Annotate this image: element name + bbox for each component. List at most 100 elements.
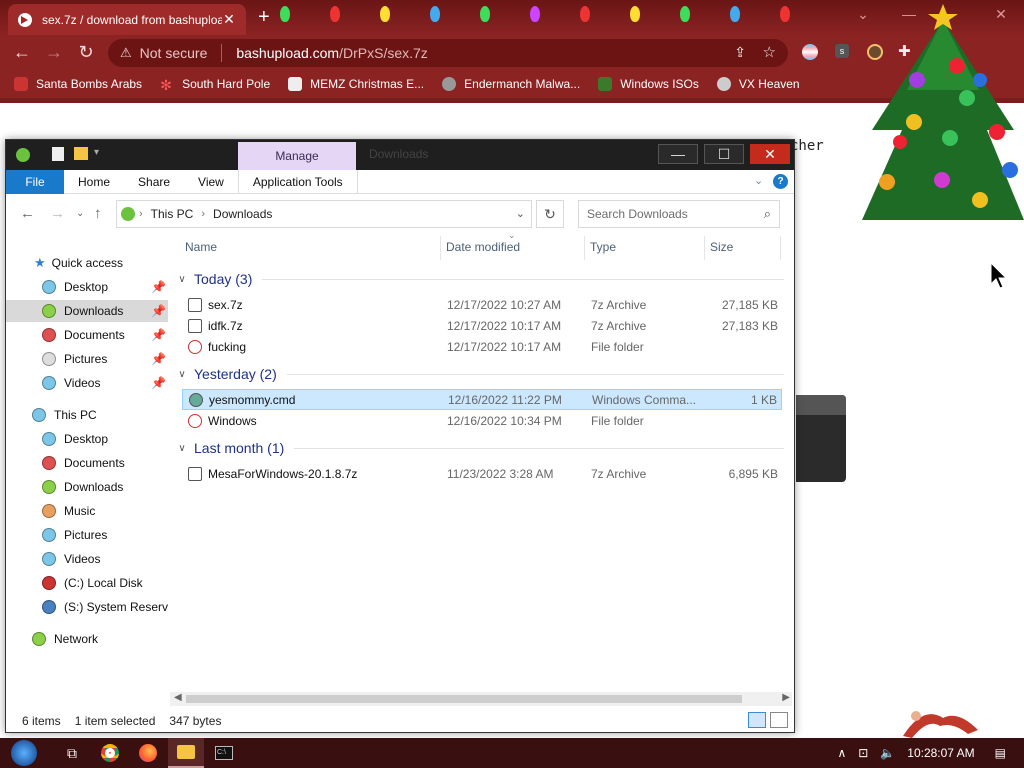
search-icon: ⌕ xyxy=(763,206,771,221)
close-tab-icon[interactable]: ✕ xyxy=(222,11,236,28)
close-button[interactable]: ✕ xyxy=(750,144,790,164)
address-dropdown-icon[interactable]: ⌄ xyxy=(516,207,525,220)
recent-locations-icon[interactable]: ⌄ xyxy=(76,208,84,219)
task-view-button[interactable]: ⧉ xyxy=(54,738,90,768)
scroll-right-icon[interactable]: ▶ xyxy=(782,692,790,703)
bookmark-memz[interactable]: MEMZ Christmas E... xyxy=(288,77,424,91)
manage-context-tab[interactable]: Manage xyxy=(238,142,356,170)
search-placeholder: Search Downloads xyxy=(587,207,688,221)
scroll-thumb[interactable] xyxy=(186,695,742,703)
maximize-button[interactable]: ☐ xyxy=(704,144,744,164)
profile-flag-icon[interactable] xyxy=(802,44,818,60)
file-row[interactable]: Windows 12/16/2022 10:34 PM File folder xyxy=(182,410,782,431)
group-last-month[interactable]: ∨ Last month (1) xyxy=(174,437,784,459)
nav-pc-videos[interactable]: Videos xyxy=(6,548,168,570)
properties-quick-icon[interactable] xyxy=(52,147,64,161)
tab-home[interactable]: Home xyxy=(64,170,124,194)
bookmark-santa-bombs[interactable]: Santa Bombs Arabs xyxy=(14,77,142,91)
pictures-icon xyxy=(42,352,56,366)
file-row-selected[interactable]: yesmommy.cmd 12/16/2022 11:22 PM Windows C… xyxy=(182,389,782,410)
column-size[interactable]: Size xyxy=(710,240,733,254)
reload-icon[interactable]: ↻ xyxy=(70,42,102,63)
new-tab-button[interactable]: + xyxy=(258,7,270,27)
nav-quick-downloads[interactable]: Downloads 📌 xyxy=(6,300,168,322)
clock[interactable]: 10:28:07 AM xyxy=(907,746,974,760)
column-type[interactable]: Type xyxy=(590,240,616,254)
tab-file[interactable]: File xyxy=(6,169,64,194)
breadcrumb-downloads[interactable]: Downloads xyxy=(213,207,272,221)
new-folder-quick-icon[interactable] xyxy=(74,147,88,160)
nav-network[interactable]: Network xyxy=(6,628,168,650)
warning-icon[interactable]: ⚠ xyxy=(120,45,132,61)
quick-access-dropdown-icon[interactable]: ▾ xyxy=(94,147,99,158)
file-row[interactable]: sex.7z 12/17/2022 10:27 AM 7z Archive 27,18… xyxy=(182,294,782,315)
bookmark-vx-heaven[interactable]: VX Heaven xyxy=(716,77,800,91)
extension-s-icon[interactable]: s xyxy=(835,44,849,58)
nav-this-pc[interactable]: This PC xyxy=(6,404,168,426)
address-bar[interactable]: ⚠ Not secure bashupload.com/DrPxS/sex.7z… xyxy=(108,39,788,67)
scroll-left-icon[interactable]: ◀ xyxy=(174,692,182,703)
nav-pc-system-reserved[interactable]: (S:) System Reserved xyxy=(6,596,168,618)
pin-icon: 📌 xyxy=(151,328,166,342)
show-hidden-icons-icon[interactable]: ∧ xyxy=(837,746,846,760)
group-yesterday[interactable]: ∨ Yesterday (2) xyxy=(174,363,784,385)
help-icon[interactable]: ? xyxy=(773,174,788,189)
chrome-taskbar-button[interactable] xyxy=(92,738,128,768)
nav-quick-desktop[interactable]: Desktop 📌 xyxy=(6,276,168,298)
nav-quick-documents[interactable]: Documents 📌 xyxy=(6,324,168,346)
breadcrumb[interactable]: › This PC › Downloads ⌄ xyxy=(116,200,532,228)
bookmark-south-hard-pole[interactable]: ✻ South Hard Pole xyxy=(160,77,270,93)
volume-icon[interactable]: 🔈 xyxy=(880,746,895,760)
bookmark-star-icon[interactable]: ☆ xyxy=(763,43,776,61)
details-view-icon[interactable] xyxy=(748,712,766,728)
nav-pc-music[interactable]: Music xyxy=(6,500,168,522)
file-row[interactable]: fucking 12/17/2022 10:17 AM File folder xyxy=(182,336,782,357)
group-today[interactable]: ∨ Today (3) xyxy=(174,268,784,290)
browser-tab[interactable]: sex.7z / download from bashupload ✕ xyxy=(8,4,246,35)
page-dark-box xyxy=(796,395,846,482)
command-prompt-taskbar-button[interactable]: C:\ xyxy=(206,738,242,768)
file-row[interactable]: MesaForWindows-20.1.8.7z 11/23/2022 3:28 … xyxy=(182,463,782,484)
file-explorer-taskbar-button[interactable] xyxy=(168,738,204,768)
search-input[interactable]: Search Downloads ⌕ xyxy=(578,200,780,228)
firefox-taskbar-button[interactable] xyxy=(130,738,166,768)
bookmark-endermanch[interactable]: Endermanch Malwa... xyxy=(442,77,580,91)
back-icon[interactable]: ← xyxy=(6,42,38,63)
tab-application-tools[interactable]: Application Tools xyxy=(237,169,358,194)
archive-icon xyxy=(188,466,202,481)
pin-icon: 📌 xyxy=(151,376,166,390)
nav-pc-documents[interactable]: Documents xyxy=(6,452,168,474)
collapse-icon[interactable]: ∨ xyxy=(174,274,190,285)
nav-pc-downloads[interactable]: Downloads xyxy=(6,476,168,498)
up-icon[interactable]: ↑ xyxy=(94,205,102,222)
breadcrumb-this-pc[interactable]: This PC xyxy=(151,207,194,221)
notifications-icon[interactable]: ▤ xyxy=(995,746,1006,760)
nav-pc-desktop[interactable]: Desktop xyxy=(6,428,168,450)
nav-pc-pictures[interactable]: Pictures xyxy=(6,524,168,546)
minimize-button[interactable]: — xyxy=(658,144,698,164)
nav-quick-videos[interactable]: Videos 📌 xyxy=(6,372,168,394)
bookmark-windows-isos[interactable]: Windows ISOs xyxy=(598,77,699,91)
start-orb-button[interactable] xyxy=(6,738,42,768)
share-icon[interactable]: ⇪ xyxy=(734,44,746,61)
refresh-icon[interactable]: ↻ xyxy=(536,200,564,228)
column-date-modified[interactable]: Date modified xyxy=(446,240,520,254)
network-status-icon[interactable]: ⊡ xyxy=(858,746,868,760)
nav-quick-access[interactable]: ★ Quick access xyxy=(6,252,168,274)
nav-pc-local-disk[interactable]: (C:) Local Disk xyxy=(6,572,168,594)
file-row[interactable]: idfk.7z 12/17/2022 10:17 AM 7z Archive 27,1… xyxy=(182,315,782,336)
tab-share[interactable]: Share xyxy=(124,170,184,194)
tab-view[interactable]: View xyxy=(184,170,238,194)
nav-quick-pictures[interactable]: Pictures 📌 xyxy=(6,348,168,370)
forward-icon[interactable]: → xyxy=(38,42,70,63)
collapse-icon[interactable]: ∨ xyxy=(174,369,190,380)
pin-icon: 📌 xyxy=(151,304,166,318)
expand-ribbon-icon[interactable]: ⌄ xyxy=(754,174,763,187)
back-icon[interactable]: ← xyxy=(20,205,35,222)
horizontal-scrollbar[interactable]: ◀ ▶ xyxy=(170,692,792,706)
large-icons-view-icon[interactable] xyxy=(770,712,788,728)
selection-size: 347 bytes xyxy=(169,714,222,728)
column-name[interactable]: Name xyxy=(185,240,217,254)
collapse-icon[interactable]: ∨ xyxy=(174,443,190,454)
forward-icon[interactable]: → xyxy=(50,205,65,222)
